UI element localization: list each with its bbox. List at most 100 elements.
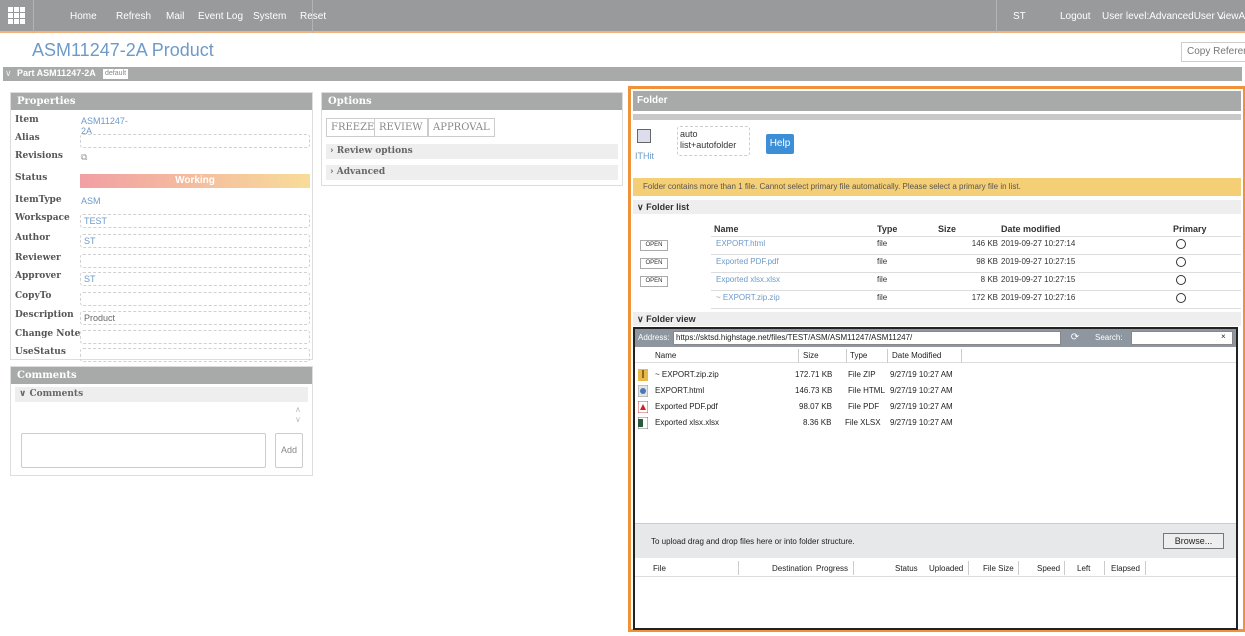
col-separator[interactable]	[1018, 561, 1019, 575]
folder-view-toggle[interactable]: ∨ Folder view	[633, 312, 1241, 326]
browse-button[interactable]: Browse...	[1163, 533, 1224, 549]
col-speed[interactable]: Speed	[1037, 564, 1060, 573]
col-separator[interactable]	[968, 561, 969, 575]
refresh-icon[interactable]: ⟳	[1068, 331, 1082, 345]
usestatus-field[interactable]	[80, 348, 310, 362]
nav-separator	[996, 0, 997, 33]
search-label: Search:	[1095, 333, 1123, 342]
nav-user[interactable]: ST	[1003, 0, 1036, 33]
primary-radio[interactable]	[1176, 275, 1186, 285]
col-elapsed[interactable]: Elapsed	[1111, 564, 1140, 573]
search-input[interactable]: ×	[1131, 331, 1233, 345]
col-date-modified[interactable]: Date modified	[1001, 224, 1061, 234]
col-separator[interactable]	[961, 349, 962, 363]
col-separator[interactable]	[853, 561, 854, 575]
col-separator[interactable]	[1145, 561, 1146, 575]
upload-queue-header: File Destination Progress Status Uploade…	[635, 559, 1236, 577]
file-type: File HTML	[848, 386, 885, 395]
approval-button[interactable]: APPROVAL	[428, 118, 495, 137]
col-progress[interactable]: Progress	[816, 564, 848, 573]
col-type[interactable]: Type	[850, 351, 867, 360]
col-separator[interactable]	[1064, 561, 1065, 575]
col-separator[interactable]	[1104, 561, 1105, 575]
nav-home[interactable]: Home	[60, 0, 107, 33]
help-button[interactable]: Help	[766, 134, 794, 154]
change-note-field[interactable]	[80, 330, 310, 344]
col-separator[interactable]	[738, 561, 739, 575]
prop-label: Description	[15, 310, 74, 320]
copy-reference-button[interactable]: Copy Referen	[1181, 42, 1245, 62]
approver-field[interactable]: ST	[80, 272, 310, 286]
nav-reset[interactable]: Reset	[290, 0, 336, 33]
description-field[interactable]: Product	[80, 311, 310, 325]
folder-list-toggle[interactable]: ∨ Folder list	[633, 200, 1241, 214]
col-uploaded[interactable]: Uploaded	[929, 564, 963, 573]
file-type: File ZIP	[848, 370, 876, 379]
nav-system[interactable]: System	[243, 0, 296, 33]
status-badge: Working	[80, 174, 310, 188]
review-button[interactable]: REVIEW	[374, 118, 428, 137]
file-link[interactable]: ~ EXPORT.zip.zip	[716, 293, 780, 302]
app-grid-icon[interactable]	[8, 7, 25, 24]
clear-search-icon[interactable]: ×	[1221, 332, 1226, 341]
col-type[interactable]: Type	[877, 224, 897, 234]
file-link[interactable]: Exported xlsx.xlsx	[716, 275, 780, 284]
nav-refresh[interactable]: Refresh	[106, 0, 161, 33]
add-comment-button[interactable]: Add	[275, 433, 303, 468]
col-separator[interactable]	[887, 349, 888, 363]
advanced-label: Advanced	[336, 167, 386, 177]
scroll-arrows-icon[interactable]: ∧ ∨	[295, 405, 301, 425]
author-field[interactable]: ST	[80, 234, 310, 248]
col-primary[interactable]: Primary	[1173, 224, 1207, 234]
file-link[interactable]: Exported PDF.pdf	[716, 257, 779, 266]
col-destination[interactable]: Destination	[772, 564, 812, 573]
freeze-button[interactable]: FREEZE	[326, 118, 380, 137]
item-value-link[interactable]: ASM11247-2A	[81, 116, 128, 136]
ithit-link[interactable]: ITHit	[635, 151, 654, 161]
comments-section-toggle[interactable]: ∨ Comments	[15, 387, 308, 402]
nav-view-as[interactable]: ViewAs:	[1207, 0, 1245, 33]
address-input[interactable]: https://sktsd.highstage.net/files/TEST/A…	[673, 331, 1061, 345]
chevron-down-icon: ∨	[19, 389, 27, 399]
itemtype-value[interactable]: ASM	[81, 196, 101, 206]
upload-drop-zone[interactable]: To upload drag and drop files here or in…	[635, 523, 1236, 558]
col-size[interactable]: Size	[938, 224, 956, 234]
mode-field[interactable]: auto list+autofolder	[677, 126, 750, 156]
open-button[interactable]: OPEN	[640, 276, 668, 287]
advanced-toggle[interactable]: › Advanced	[326, 165, 618, 180]
primary-radio[interactable]	[1176, 293, 1186, 303]
comment-input[interactable]	[21, 433, 266, 468]
revisions-icon[interactable]: ⧉	[81, 152, 87, 163]
col-date-modified[interactable]: Date Modified	[892, 351, 941, 360]
pdf-file-icon	[638, 401, 648, 413]
part-bar[interactable]: ∨ Part ASM11247-2A default	[3, 67, 1242, 81]
primary-radio[interactable]	[1176, 239, 1186, 249]
review-options-toggle[interactable]: › Review options	[326, 144, 618, 159]
reviewer-field[interactable]	[80, 254, 310, 268]
col-left[interactable]: Left	[1077, 564, 1090, 573]
col-status[interactable]: Status	[895, 564, 918, 573]
col-separator[interactable]	[846, 349, 847, 363]
col-name[interactable]: Name	[714, 224, 739, 234]
open-button[interactable]: OPEN	[640, 240, 668, 251]
col-size[interactable]: Size	[803, 351, 819, 360]
copyto-field[interactable]	[80, 292, 310, 306]
zip-file-icon	[638, 369, 648, 381]
col-separator[interactable]	[798, 349, 799, 363]
folder-icon[interactable]	[637, 129, 651, 143]
workspace-field[interactable]: TEST	[80, 214, 310, 228]
file-type: file	[877, 293, 888, 302]
options-header: Options	[322, 93, 622, 110]
open-button[interactable]: OPEN	[640, 258, 668, 269]
col-file[interactable]: File	[653, 564, 666, 573]
file-link[interactable]: EXPORT.html	[716, 239, 765, 248]
address-label: Address:	[638, 333, 670, 342]
mode-line-1: auto	[680, 129, 698, 139]
chevron-right-icon: ›	[330, 167, 334, 177]
nav-separator	[312, 0, 313, 33]
alias-field[interactable]	[80, 134, 310, 148]
file-type: file	[877, 275, 888, 284]
col-name[interactable]: Name	[655, 351, 676, 360]
primary-radio[interactable]	[1176, 257, 1186, 267]
col-file-size[interactable]: File Size	[983, 564, 1014, 573]
